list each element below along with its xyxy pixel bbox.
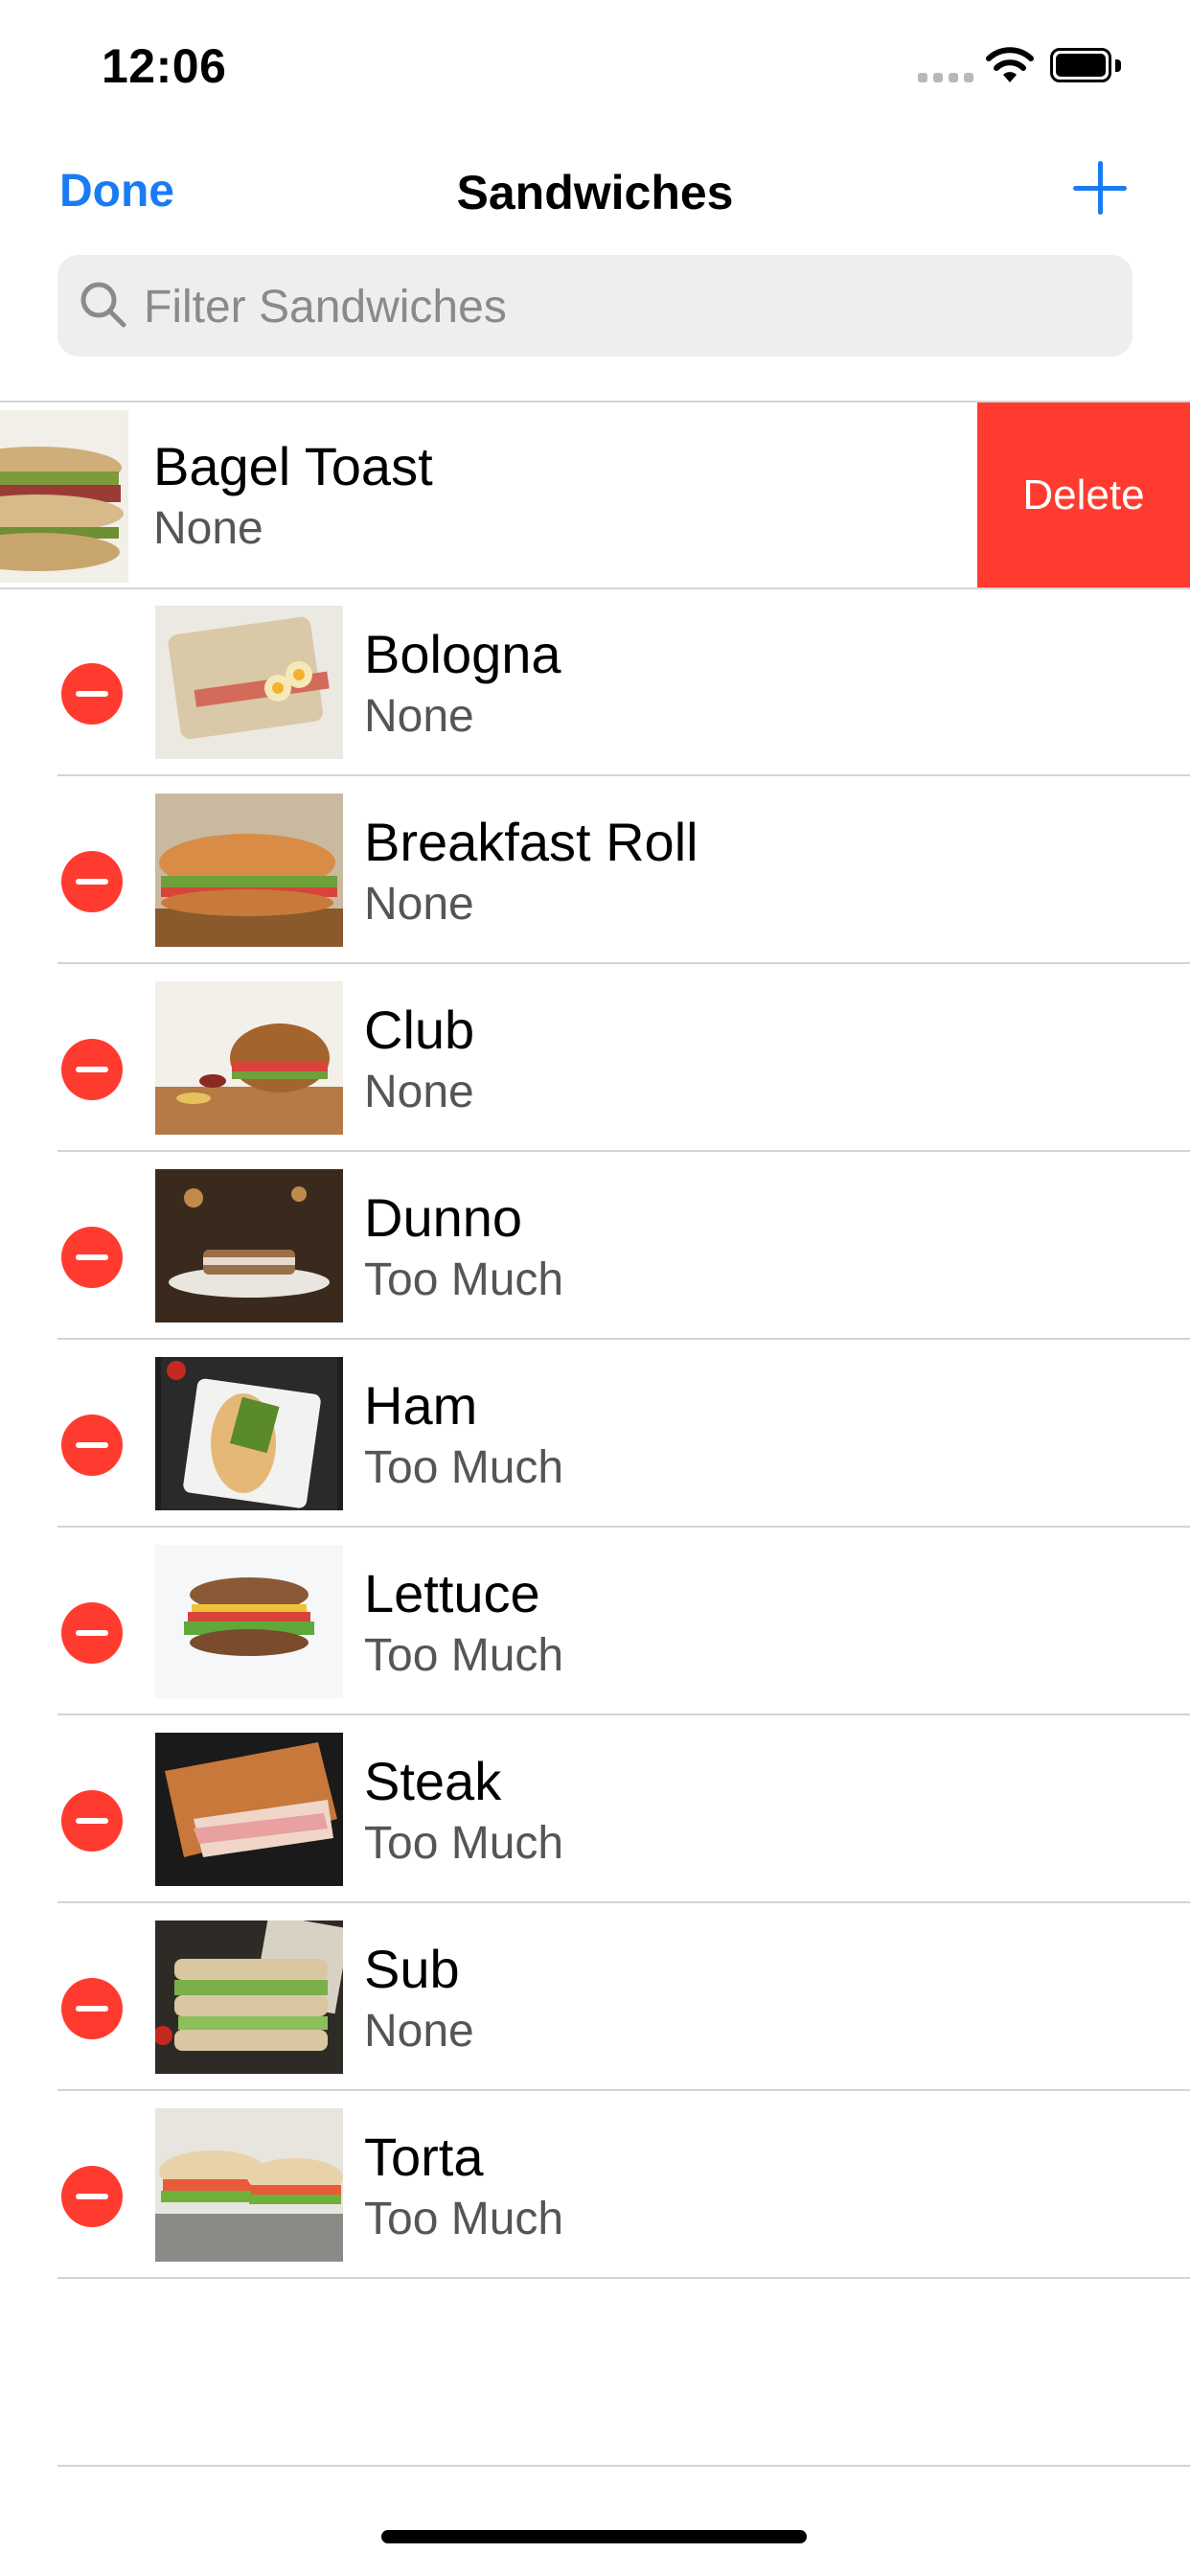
delete-circle-icon[interactable]	[61, 1790, 123, 1852]
list-item[interactable]: Club None	[0, 964, 1190, 1150]
list-item[interactable]: Lettuce Too Much	[0, 1528, 1190, 1714]
delete-circle-icon[interactable]	[61, 2166, 123, 2227]
item-name: Dunno	[364, 1187, 523, 1248]
divider	[57, 2277, 1190, 2279]
item-subtitle: Too Much	[364, 1818, 564, 1869]
search-bar[interactable]	[57, 255, 1133, 358]
delete-circle-icon[interactable]	[61, 663, 123, 724]
item-subtitle: Too Much	[364, 1630, 564, 1681]
status-time: 12:06	[102, 39, 227, 93]
list-item[interactable]: Dunno Too Much	[0, 1152, 1190, 1338]
item-subtitle: None	[364, 691, 474, 742]
add-icon[interactable]	[1073, 161, 1127, 215]
sandwich-thumbnail	[155, 1357, 343, 1510]
sandwich-thumbnail	[155, 606, 343, 759]
search-input[interactable]	[142, 255, 1104, 358]
item-subtitle: None	[364, 1067, 474, 1117]
delete-circle-icon[interactable]	[61, 1414, 123, 1476]
item-subtitle: Too Much	[364, 1254, 564, 1305]
item-name: Sub	[364, 1939, 460, 1999]
list-item[interactable]: Torta Too Much	[0, 2091, 1190, 2277]
delete-circle-icon[interactable]	[61, 1978, 123, 2039]
sandwich-thumbnail	[155, 1545, 343, 1698]
item-name: Steak	[364, 1751, 502, 1811]
item-name: Breakfast Roll	[364, 812, 698, 872]
item-name: Bologna	[364, 624, 561, 684]
search-icon	[80, 282, 126, 328]
list-item[interactable]: Bologna None	[0, 588, 1190, 774]
home-indicator[interactable]	[381, 2530, 807, 2543]
item-name: Bagel Toast	[153, 436, 433, 496]
item-name: Torta	[364, 2127, 484, 2187]
list-item[interactable]: Breakfast Roll None	[0, 776, 1190, 962]
sandwich-thumbnail	[155, 1920, 343, 2074]
delete-circle-icon[interactable]	[61, 1227, 123, 1288]
list-item[interactable]: Ham Too Much	[0, 1340, 1190, 1526]
item-name: Club	[364, 1000, 475, 1060]
page-title: Sandwiches	[456, 166, 734, 219]
sandwich-thumbnail	[155, 981, 343, 1135]
item-name: Ham	[364, 1375, 478, 1436]
sandwich-thumbnail	[155, 1169, 343, 1322]
list-item-swiped[interactable]: Bagel Toast None Delete	[0, 402, 1190, 588]
item-subtitle: None	[364, 879, 474, 930]
sandwich-thumbnail	[155, 1733, 343, 1886]
cellular-signal-icon	[918, 73, 973, 82]
divider	[57, 2465, 1190, 2467]
item-subtitle: None	[364, 2006, 474, 2057]
delete-circle-icon[interactable]	[61, 1602, 123, 1664]
battery-icon	[1050, 48, 1123, 82]
wifi-icon	[986, 47, 1034, 82]
sandwich-thumbnail	[155, 794, 343, 947]
delete-button[interactable]: Delete	[977, 402, 1190, 588]
item-subtitle: Too Much	[364, 1442, 564, 1493]
sandwich-thumbnail	[0, 410, 128, 583]
item-name: Lettuce	[364, 1563, 540, 1623]
delete-circle-icon[interactable]	[61, 851, 123, 912]
list-item[interactable]: Steak Too Much	[0, 1715, 1190, 1901]
item-subtitle: None	[153, 503, 263, 554]
sandwich-thumbnail	[155, 2108, 343, 2262]
delete-circle-icon[interactable]	[61, 1039, 123, 1100]
item-subtitle: Too Much	[364, 2194, 564, 2244]
list-item[interactable]: Sub None	[0, 1903, 1190, 2089]
